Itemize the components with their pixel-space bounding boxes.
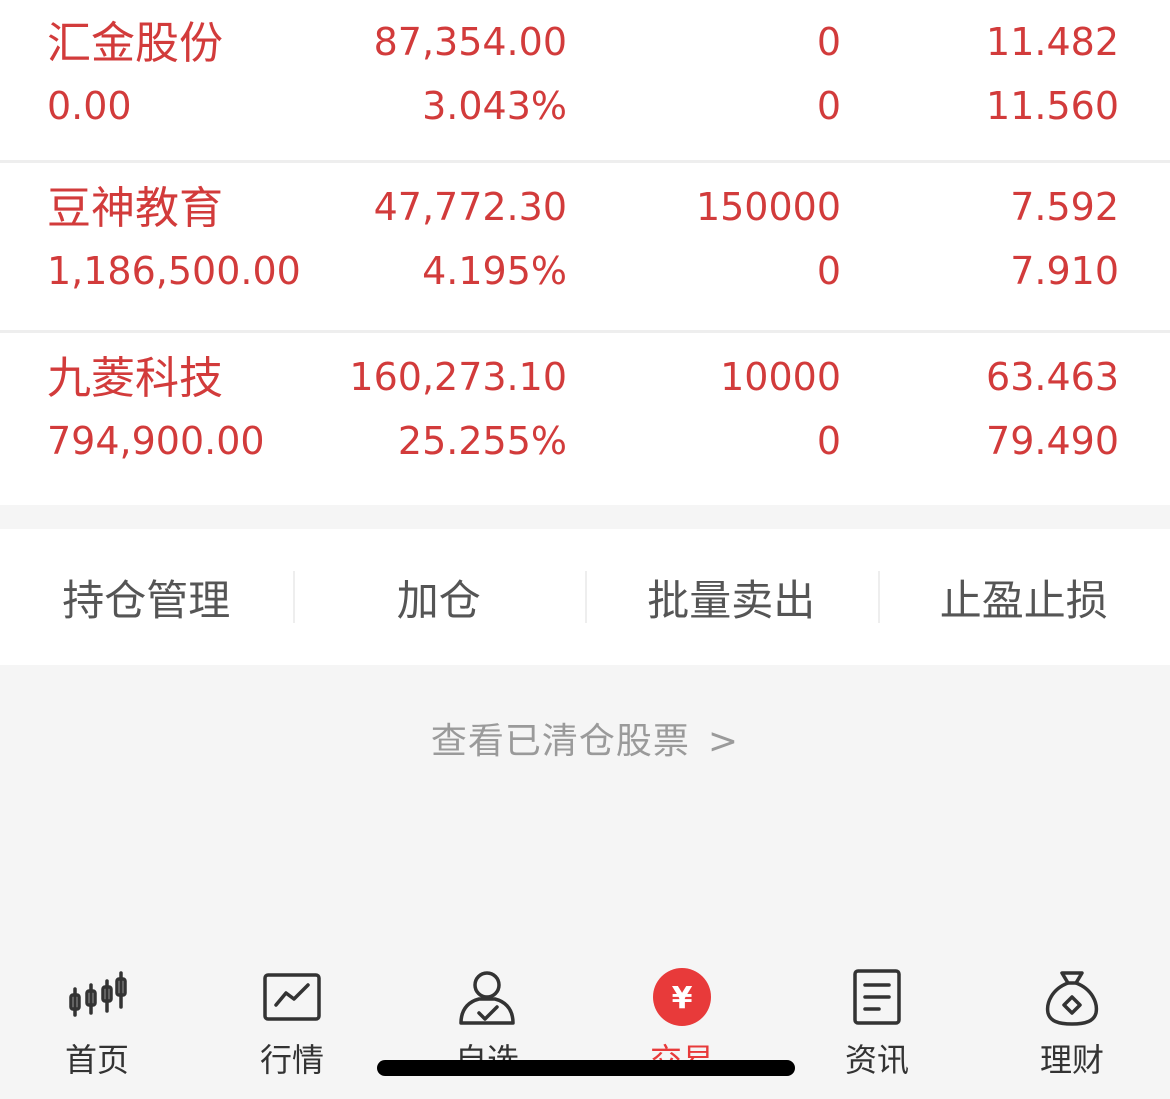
tab-wealth[interactable]: 理财 — [1002, 945, 1142, 1099]
tab-news[interactable]: 资讯 — [807, 945, 947, 1099]
holdings-list: 汇金股份 87,354.00 0 11.482 0.00 3.043% 0 11… — [0, 0, 1170, 505]
holding-row[interactable]: 汇金股份 87,354.00 0 11.482 0.00 3.043% 0 11… — [0, 0, 1170, 163]
cost-price: 63.463 — [986, 355, 1119, 399]
share-count: 0 — [816, 20, 841, 64]
take-profit-stop-loss-button[interactable]: 止盈止损 — [877, 529, 1170, 665]
market-value: 160,273.10 — [349, 355, 567, 399]
action-bar: 持仓管理 加仓 批量卖出 止盈止损 — [0, 529, 1170, 665]
tab-label: 首页 — [64, 1041, 129, 1079]
tab-home[interactable]: 首页 — [27, 945, 167, 1099]
svg-text:¥: ¥ — [672, 981, 693, 1016]
stock-name: 汇金股份 — [47, 18, 223, 69]
view-cleared-stocks-link[interactable]: 查看已清仓股票 > — [0, 712, 1170, 764]
profit-loss: 794,900.00 — [47, 419, 265, 463]
stock-name: 九菱科技 — [47, 353, 223, 404]
tab-market[interactable]: 行情 — [222, 945, 362, 1099]
position-management-button[interactable]: 持仓管理 — [0, 529, 293, 665]
share-count: 10000 — [720, 355, 841, 399]
yuan-icon: ¥ — [653, 968, 711, 1026]
position-ratio: 3.043% — [422, 84, 567, 128]
holding-row[interactable]: 豆神教育 47,772.30 150000 7.592 1,186,500.00… — [0, 163, 1170, 333]
tab-label: 资讯 — [844, 1041, 909, 1079]
position-ratio: 4.195% — [422, 249, 567, 293]
user-check-icon — [459, 971, 515, 1025]
current-price: 7.910 — [1010, 249, 1119, 293]
chevron-right-icon: > — [707, 721, 740, 762]
available-count: 0 — [816, 84, 841, 128]
candlestick-icon — [69, 971, 127, 1017]
cost-price: 11.482 — [986, 20, 1119, 64]
holding-row[interactable]: 九菱科技 160,273.10 10000 63.463 794,900.00 … — [0, 333, 1170, 505]
document-icon — [853, 969, 901, 1025]
chart-line-icon — [263, 973, 321, 1021]
tab-label: 理财 — [1039, 1041, 1104, 1079]
available-count: 0 — [816, 419, 841, 463]
home-indicator[interactable] — [377, 1060, 795, 1076]
section-gap — [0, 505, 1170, 529]
profit-loss: 0.00 — [47, 84, 132, 128]
market-value: 47,772.30 — [373, 185, 567, 229]
cleared-link-label: 查看已清仓股票 — [430, 721, 690, 762]
current-price: 11.560 — [986, 84, 1119, 128]
stock-name: 豆神教育 — [47, 183, 223, 234]
cost-price: 7.592 — [1010, 185, 1119, 229]
batch-sell-button[interactable]: 批量卖出 — [585, 529, 878, 665]
position-ratio: 25.255% — [397, 419, 567, 463]
add-position-button[interactable]: 加仓 — [292, 529, 586, 665]
current-price: 79.490 — [986, 419, 1119, 463]
profit-loss: 1,186,500.00 — [47, 249, 301, 293]
money-bag-icon — [1045, 971, 1099, 1026]
tab-label: 行情 — [259, 1041, 324, 1079]
available-count: 0 — [816, 249, 841, 293]
share-count: 150000 — [695, 185, 841, 229]
market-value: 87,354.00 — [373, 20, 567, 64]
